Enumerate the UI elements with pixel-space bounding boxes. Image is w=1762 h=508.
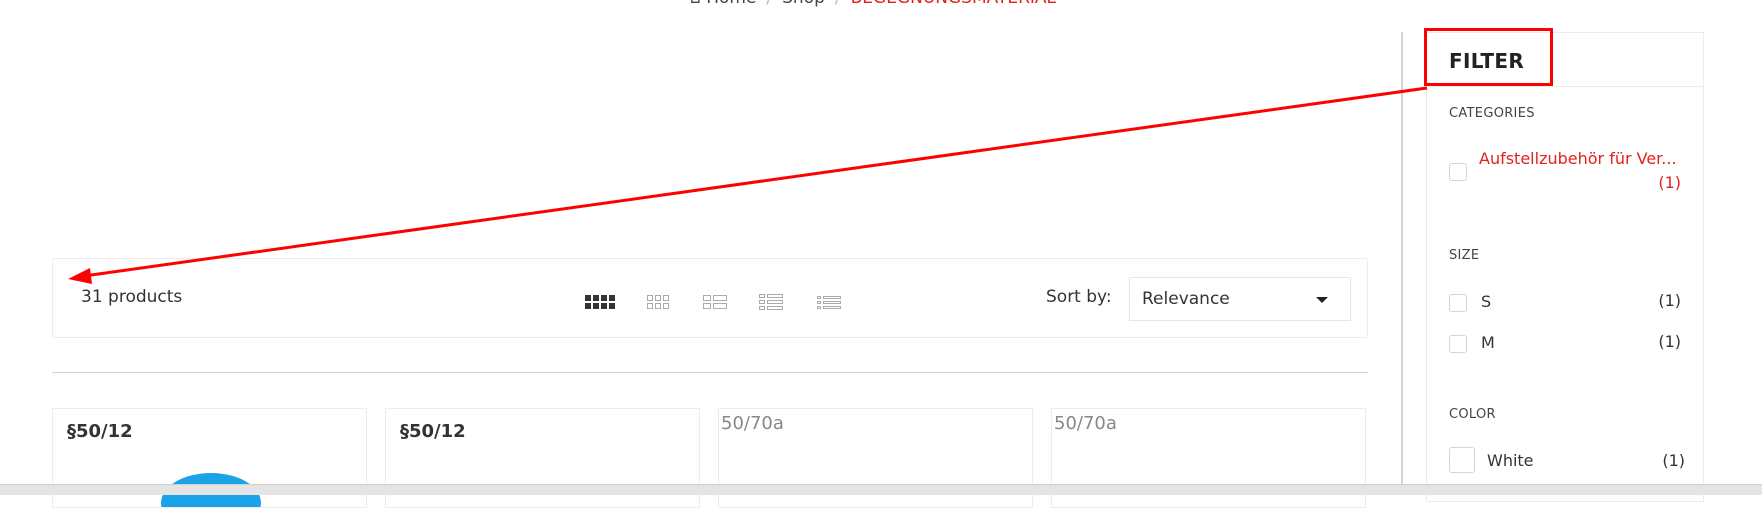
sort-value: Relevance [1142,289,1230,309]
color-option-white[interactable]: White [1487,451,1534,470]
product-count: 31 products [81,287,183,307]
breadcrumb-shop[interactable]: Shop [782,0,825,8]
color-option-count: (1) [1662,451,1685,470]
breadcrumb-separator: / [766,0,772,8]
product-image-alt[interactable]: 50/70a [1054,413,1117,434]
breadcrumb-separator: / [835,0,841,8]
sort-select[interactable]: Relevance [1129,277,1351,321]
product-title[interactable]: §50/12 [400,421,466,442]
breadcrumb-home[interactable]: Home [706,0,756,8]
browser-status-bar [0,484,1762,495]
size-option-m[interactable]: M [1481,333,1495,352]
category-option-label[interactable]: Aufstellzubehör für Ver... [1479,149,1679,168]
categories-heading: CATEGORIES [1449,106,1535,121]
color-swatch-white[interactable] [1449,447,1475,473]
product-toolbar: 31 products Sort by: Relevance [52,258,1368,338]
grid-4-icon[interactable] [585,294,615,310]
list-grid-icon[interactable] [759,294,785,310]
sidebar-divider [1401,32,1403,490]
breadcrumb-current: BEGEGNUNGSMATERIAL [851,0,1056,8]
size-option-count: (1) [1658,291,1681,310]
category-checkbox[interactable] [1449,163,1467,181]
size-checkbox-s[interactable] [1449,294,1467,312]
breadcrumb: ⌂ Home / Shop / BEGEGNUNGSMATERIAL [690,0,1056,8]
divider [1427,86,1703,87]
list-icon[interactable] [817,294,843,310]
view-switcher [585,294,843,310]
filter-sidebar: FILTER CATEGORIES Aufstellzubehör für Ve… [1426,32,1704,502]
size-checkbox-m[interactable] [1449,335,1467,353]
chevron-down-icon [1316,297,1328,303]
size-option-s[interactable]: S [1481,292,1491,311]
home-icon: ⌂ [690,0,706,8]
color-heading: COLOR [1449,407,1496,422]
size-option-count: (1) [1658,332,1681,351]
product-image-alt[interactable]: 50/70a [721,413,784,434]
product-title[interactable]: §50/12 [67,421,133,442]
annotation-highlight-box [1424,28,1553,86]
sort-label: Sort by: [1046,287,1112,307]
list-2-icon[interactable] [703,294,727,310]
grid-3-icon[interactable] [647,294,671,310]
size-heading: SIZE [1449,248,1480,263]
divider [52,372,1368,373]
category-option-count: (1) [1658,173,1681,192]
